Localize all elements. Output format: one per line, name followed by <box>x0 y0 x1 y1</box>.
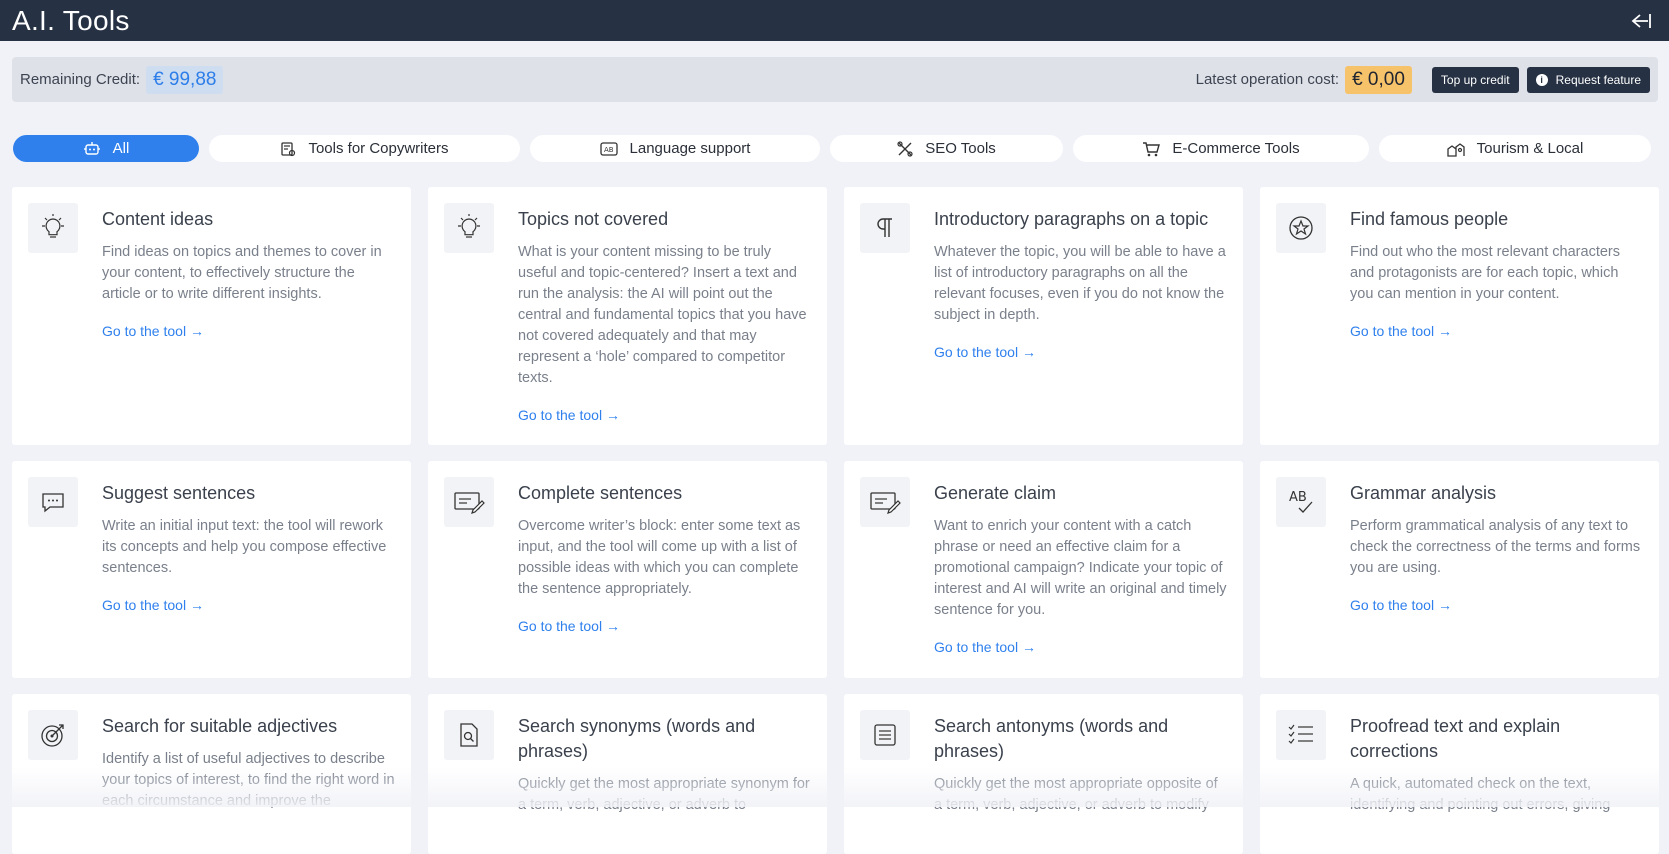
svg-text:AB: AB <box>1289 490 1307 505</box>
card-description: Write an initial input text: the tool wi… <box>102 516 395 579</box>
card-description: Whatever the topic, you will be able to … <box>934 242 1227 326</box>
tab-language-support[interactable]: AB Language support <box>530 135 820 162</box>
card-description: Find ideas on topics and themes to cover… <box>102 242 395 305</box>
go-to-tool-link[interactable]: Go to the tool → <box>934 344 1036 360</box>
card-description: Overcome writer’s block: enter some text… <box>518 516 811 600</box>
card-title: Search antonyms (words and phrases) <box>934 714 1227 764</box>
tab-copywriters[interactable]: Tools for Copywriters <box>209 135 520 162</box>
copywriter-icon <box>280 141 296 157</box>
tool-card-introductory-paragraphs: Introductory paragraphs on a topic Whate… <box>844 187 1243 445</box>
category-tabs: All Tools for Copywriters AB Language su… <box>13 135 1656 162</box>
tab-tourism-local[interactable]: Tourism & Local <box>1379 135 1651 162</box>
card-description: Identify a list of useful adjectives to … <box>102 749 395 812</box>
tool-card-search-antonyms: Search antonyms (words and phrases) Quic… <box>844 694 1243 854</box>
top-bar: A.I. Tools <box>0 0 1669 41</box>
tool-card-suggest-sentences: Suggest sentences Write an initial input… <box>12 461 411 678</box>
latest-cost-value: € 0,00 <box>1345 66 1412 94</box>
star-badge-icon <box>1276 203 1326 253</box>
tool-card-generate-claim: Generate claim Want to enrich your conte… <box>844 461 1243 678</box>
card-description: Quickly get the most appropriate opposit… <box>934 774 1227 816</box>
tab-ecommerce-tools[interactable]: E-Commerce Tools <box>1073 135 1369 162</box>
go-to-tool-link[interactable]: Go to the tool → <box>934 639 1036 655</box>
tab-label: E-Commerce Tools <box>1172 140 1299 157</box>
card-title: Grammar analysis <box>1350 481 1643 506</box>
latest-cost-label: Latest operation cost: <box>1196 71 1339 88</box>
tool-card-proofread-text: Proofread text and explain corrections A… <box>1260 694 1659 854</box>
card-description: Perform grammatical analysis of any text… <box>1350 516 1643 579</box>
language-icon: AB <box>600 142 618 156</box>
card-title: Search synonyms (words and phrases) <box>518 714 811 764</box>
cart-icon <box>1142 141 1160 157</box>
tab-label: Language support <box>630 140 751 157</box>
card-title: Generate claim <box>934 481 1227 506</box>
card-title: Proofread text and explain corrections <box>1350 714 1643 764</box>
speech-bubble-icon <box>28 477 78 527</box>
tool-card-grammar-analysis: AB Grammar analysis Perform grammatical … <box>1260 461 1659 678</box>
tool-card-topics-not-covered: Topics not covered What is your content … <box>428 187 827 445</box>
card-title: Search for suitable adjectives <box>102 714 395 739</box>
tab-label: Tourism & Local <box>1477 140 1584 157</box>
info-icon: i <box>1536 74 1548 86</box>
tab-label: SEO Tools <box>925 140 996 157</box>
tourism-icon <box>1447 141 1465 157</box>
seo-tools-icon <box>897 141 913 157</box>
checklist-icon <box>1276 710 1326 760</box>
card-title: Complete sentences <box>518 481 811 506</box>
tab-all[interactable]: All <box>13 135 199 162</box>
tool-card-content-ideas: Content ideas Find ideas on topics and t… <box>12 187 411 445</box>
card-title: Content ideas <box>102 207 395 232</box>
edit-text-icon <box>444 477 494 527</box>
lightbulb-icon <box>28 203 78 253</box>
request-feature-label: Request feature <box>1556 73 1641 87</box>
svg-text:AB: AB <box>604 146 614 154</box>
card-title: Introductory paragraphs on a topic <box>934 207 1227 232</box>
top-up-label: Top up credit <box>1441 73 1510 87</box>
card-title: Find famous people <box>1350 207 1643 232</box>
card-description: Find out who the most relevant character… <box>1350 242 1643 305</box>
card-description: A quick, automated check on the text, id… <box>1350 774 1643 816</box>
lightbulb-icon <box>444 203 494 253</box>
credit-bar: Remaining Credit: € 99,88 Latest operati… <box>12 57 1658 102</box>
tab-label: All <box>113 140 130 157</box>
go-to-tool-link[interactable]: Go to the tool → <box>518 618 620 634</box>
tab-label: Tools for Copywriters <box>308 140 448 157</box>
request-feature-button[interactable]: i Request feature <box>1527 67 1650 93</box>
remaining-credit-value: € 99,88 <box>146 66 223 94</box>
go-to-tool-link[interactable]: Go to the tool → <box>518 407 620 423</box>
card-title: Topics not covered <box>518 207 811 232</box>
paragraph-icon <box>860 203 910 253</box>
tool-card-suitable-adjectives: Search for suitable adjectives Identify … <box>12 694 411 854</box>
robot-icon <box>83 141 101 157</box>
tab-seo-tools[interactable]: SEO Tools <box>830 135 1063 162</box>
card-description: Want to enrich your content with a catch… <box>934 516 1227 621</box>
card-description: Quickly get the most appropriate synonym… <box>518 774 811 816</box>
sidebar-collapse-icon[interactable] <box>1627 7 1655 35</box>
top-up-credit-button[interactable]: Top up credit <box>1432 67 1519 93</box>
card-description: What is your content missing to be truly… <box>518 242 811 389</box>
go-to-tool-link[interactable]: Go to the tool → <box>1350 597 1452 613</box>
go-to-tool-link[interactable]: Go to the tool → <box>102 323 204 339</box>
go-to-tool-link[interactable]: Go to the tool → <box>1350 323 1452 339</box>
tool-card-complete-sentences: Complete sentences Overcome writer’s blo… <box>428 461 827 678</box>
spellcheck-icon: AB <box>1276 477 1326 527</box>
tool-card-famous-people: Find famous people Find out who the most… <box>1260 187 1659 445</box>
edit-text-icon <box>860 477 910 527</box>
target-icon <box>28 710 78 760</box>
go-to-tool-link[interactable]: Go to the tool → <box>102 597 204 613</box>
tool-card-search-synonyms: Search synonyms (words and phrases) Quic… <box>428 694 827 854</box>
document-search-icon <box>444 710 494 760</box>
app-title: A.I. Tools <box>12 5 130 37</box>
remaining-credit-label: Remaining Credit: <box>20 71 140 88</box>
list-icon <box>860 710 910 760</box>
card-title: Suggest sentences <box>102 481 395 506</box>
